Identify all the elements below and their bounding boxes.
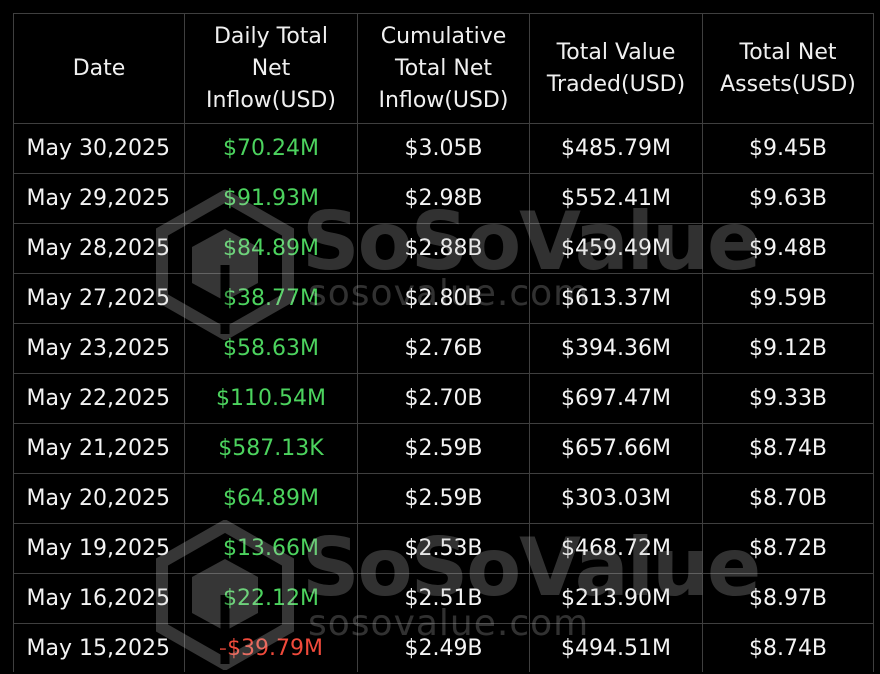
cell-total-net-assets: $8.74B [702, 623, 874, 672]
cell-total-net-assets: $9.33B [702, 373, 874, 424]
cell-total-net-assets: $8.72B [702, 523, 874, 574]
cell-daily-inflow: $587.13K [184, 423, 358, 474]
cell-total-value-traded: $468.72M [529, 523, 703, 574]
cell-total-net-assets: $9.12B [702, 323, 874, 374]
cell-daily-inflow: $58.63M [184, 323, 358, 374]
table-row: May 20,2025 $64.89M $2.59B $303.03M $8.7… [13, 473, 874, 524]
table-row: May 19,2025 $13.66M $2.53B $468.72M $8.7… [13, 523, 874, 574]
cell-cumulative-inflow: $2.70B [357, 373, 530, 424]
table-row: May 23,2025 $58.63M $2.76B $394.36M $9.1… [13, 323, 874, 374]
cell-total-net-assets: $8.70B [702, 473, 874, 524]
table-row: May 21,2025 $587.13K $2.59B $657.66M $8.… [13, 423, 874, 474]
cell-cumulative-inflow: $2.51B [357, 573, 530, 624]
cell-date: May 19,2025 [13, 523, 185, 574]
table-row: May 28,2025 $84.89M $2.88B $459.49M $9.4… [13, 223, 874, 274]
table-row: May 29,2025 $91.93M $2.98B $552.41M $9.6… [13, 173, 874, 224]
header-date: Date [13, 13, 185, 124]
table-row: May 15,2025 -$39.79M $2.49B $494.51M $8.… [13, 623, 874, 672]
cell-total-value-traded: $303.03M [529, 473, 703, 524]
cell-total-value-traded: $697.47M [529, 373, 703, 424]
cell-cumulative-inflow: $2.59B [357, 473, 530, 524]
cell-total-net-assets: $9.59B [702, 273, 874, 324]
cell-total-net-assets: $9.45B [702, 123, 874, 174]
cell-total-net-assets: $8.74B [702, 423, 874, 474]
cell-total-value-traded: $485.79M [529, 123, 703, 174]
cell-date: May 15,2025 [13, 623, 185, 672]
header-total-value-traded: Total Value Traded(USD) [529, 13, 703, 124]
table-row: May 22,2025 $110.54M $2.70B $697.47M $9.… [13, 373, 874, 424]
cell-daily-inflow: $38.77M [184, 273, 358, 324]
cell-daily-inflow: $84.89M [184, 223, 358, 274]
cell-total-net-assets: $9.63B [702, 173, 874, 224]
cell-daily-inflow: $110.54M [184, 373, 358, 424]
cell-date: May 16,2025 [13, 573, 185, 624]
cell-cumulative-inflow: $2.88B [357, 223, 530, 274]
etf-flow-table-container: Date Daily Total Net Inflow(USD) Cumulat… [13, 13, 874, 672]
cell-date: May 23,2025 [13, 323, 185, 374]
cell-date: May 22,2025 [13, 373, 185, 424]
table-row: May 27,2025 $38.77M $2.80B $613.37M $9.5… [13, 273, 874, 324]
cell-cumulative-inflow: $3.05B [357, 123, 530, 174]
table-row: May 30,2025 $70.24M $3.05B $485.79M $9.4… [13, 123, 874, 174]
cell-date: May 30,2025 [13, 123, 185, 174]
cell-date: May 28,2025 [13, 223, 185, 274]
cell-total-value-traded: $213.90M [529, 573, 703, 624]
cell-cumulative-inflow: $2.49B [357, 623, 530, 672]
cell-total-value-traded: $657.66M [529, 423, 703, 474]
cell-total-value-traded: $552.41M [529, 173, 703, 224]
cell-daily-inflow: $13.66M [184, 523, 358, 574]
table-row: May 16,2025 $22.12M $2.51B $213.90M $8.9… [13, 573, 874, 624]
cell-daily-inflow: $22.12M [184, 573, 358, 624]
cell-daily-inflow: $91.93M [184, 173, 358, 224]
header-total-net-assets: Total Net Assets(USD) [702, 13, 874, 124]
etf-flow-table: Date Daily Total Net Inflow(USD) Cumulat… [13, 13, 874, 672]
cell-cumulative-inflow: $2.53B [357, 523, 530, 574]
cell-total-value-traded: $613.37M [529, 273, 703, 324]
cell-daily-inflow: $70.24M [184, 123, 358, 174]
cell-cumulative-inflow: $2.59B [357, 423, 530, 474]
cell-cumulative-inflow: $2.98B [357, 173, 530, 224]
cell-total-net-assets: $9.48B [702, 223, 874, 274]
cell-cumulative-inflow: $2.76B [357, 323, 530, 374]
cell-cumulative-inflow: $2.80B [357, 273, 530, 324]
cell-total-value-traded: $494.51M [529, 623, 703, 672]
header-daily-total-net-inflow: Daily Total Net Inflow(USD) [184, 13, 358, 124]
cell-date: May 29,2025 [13, 173, 185, 224]
cell-total-net-assets: $8.97B [702, 573, 874, 624]
cell-total-value-traded: $459.49M [529, 223, 703, 274]
cell-date: May 27,2025 [13, 273, 185, 324]
cell-daily-inflow: -$39.79M [184, 623, 358, 672]
cell-date: May 21,2025 [13, 423, 185, 474]
table-header-row: Date Daily Total Net Inflow(USD) Cumulat… [13, 13, 874, 124]
header-cumulative-total-net-inflow: Cumulative Total Net Inflow(USD) [357, 13, 530, 124]
cell-total-value-traded: $394.36M [529, 323, 703, 374]
cell-daily-inflow: $64.89M [184, 473, 358, 524]
cell-date: May 20,2025 [13, 473, 185, 524]
